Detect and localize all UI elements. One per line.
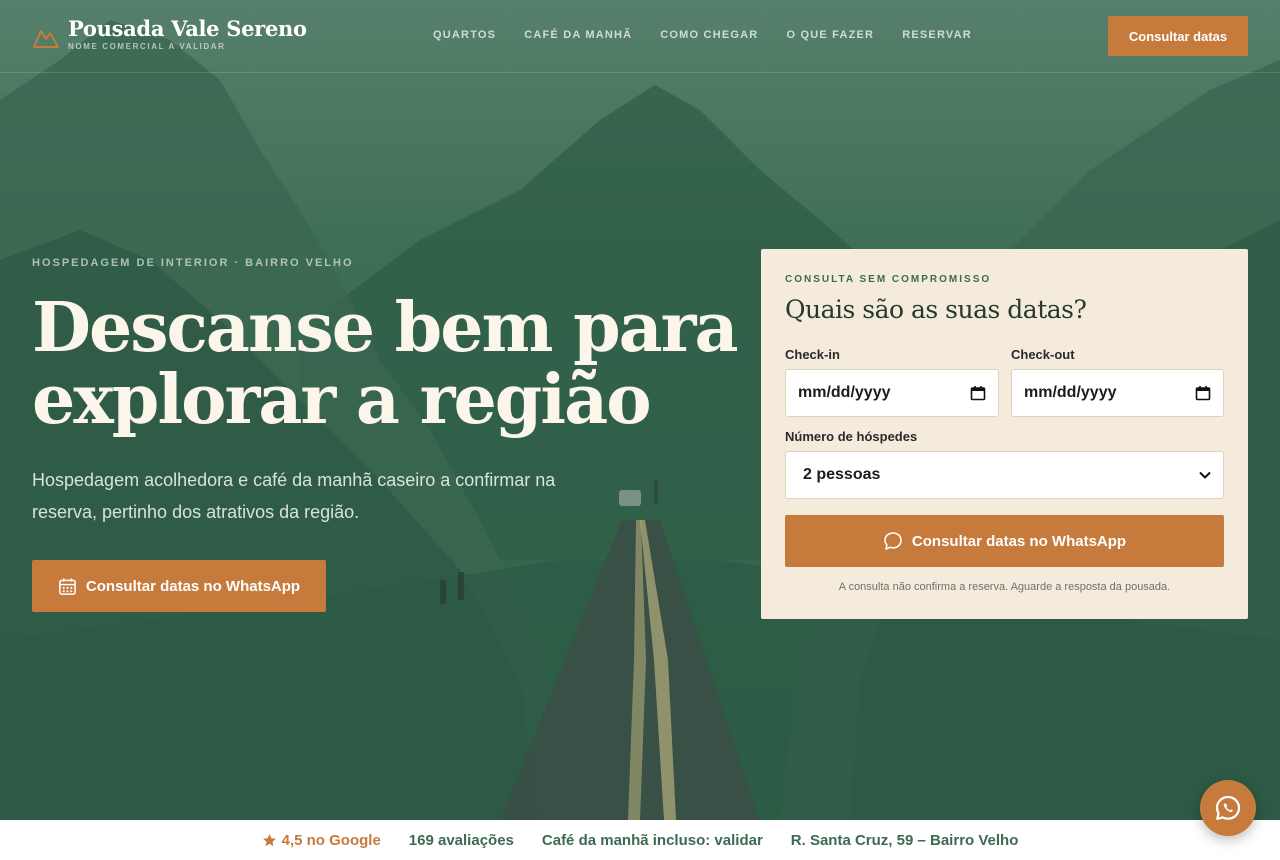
breakfast-info: Café da manhã incluso: validar: [541, 831, 763, 849]
calendar-picker-icon[interactable]: [1195, 385, 1211, 401]
guests-select[interactable]: 2 pessoas: [785, 451, 1224, 499]
checkin-date-input[interactable]: mm/dd/yyyy: [785, 369, 999, 417]
info-bar: 4,5 no Google 169 avaliações Café da man…: [0, 820, 1280, 860]
hero-headline-line-2: explorar a região: [32, 360, 652, 440]
brand-text: Pousada Vale Sereno NOME COMERCIAL A VAL…: [68, 16, 307, 51]
guests-label: Número de hóspedes: [785, 429, 918, 444]
booking-title: Quais são as suas datas?: [785, 295, 1087, 324]
calendar-icon: [59, 577, 76, 595]
nav-item-quartos[interactable]: QUARTOS: [433, 29, 496, 41]
hero-eyebrow: HOSPEDAGEM DE INTERIOR · BAIRRO VELHO: [32, 257, 354, 269]
booking-eyebrow: CONSULTA SEM COMPROMISSO: [785, 274, 992, 285]
nav-item-como-chegar[interactable]: COMO CHEGAR: [660, 29, 758, 41]
address-info: R. Santa Cruz, 59 – Bairro Velho: [790, 831, 1019, 849]
chevron-down-icon: [1199, 471, 1211, 479]
google-rating-text: 4,5 no Google: [281, 831, 381, 849]
checkin-label: Check-in: [785, 347, 840, 362]
whatsapp-icon: [1215, 795, 1241, 820]
brand-name: Pousada Vale Sereno: [68, 16, 307, 41]
hero-whatsapp-button-label: Consultar datas no WhatsApp: [85, 577, 301, 595]
brand-subtitle: NOME COMERCIAL A VALIDAR: [68, 42, 226, 51]
booking-whatsapp-button[interactable]: Consultar datas no WhatsApp: [785, 515, 1224, 567]
checkout-placeholder: mm/dd/yyyy: [1024, 384, 1117, 401]
mountain-logo-icon: [33, 30, 59, 48]
google-rating: 4,5 no Google: [262, 832, 381, 849]
header-consult-button[interactable]: Consultar datas: [1108, 16, 1248, 56]
main-nav: QUARTOS CAFÉ DA MANHÃ COMO CHEGAR O QUE …: [433, 29, 1000, 41]
hero-lead: Hospedagem acolhedora e café da manhã ca…: [32, 470, 556, 522]
booking-note: A consulta não confirma a reserva. Aguar…: [838, 581, 1171, 593]
calendar-picker-icon[interactable]: [970, 385, 986, 401]
whatsapp-floating-button[interactable]: [1200, 780, 1256, 836]
checkout-label: Check-out: [1011, 347, 1075, 362]
nav-item-reservar[interactable]: RESERVAR: [902, 29, 972, 41]
nav-item-o-que-fazer[interactable]: O QUE FAZER: [786, 29, 874, 41]
checkin-placeholder: mm/dd/yyyy: [798, 384, 891, 401]
guests-selected-value: 2 pessoas: [803, 466, 881, 483]
booking-whatsapp-button-label: Consultar datas no WhatsApp: [911, 532, 1127, 550]
star-icon: [262, 833, 276, 846]
reviews-count: 169 avaliações: [408, 831, 514, 849]
nav-item-cafe-da-manha[interactable]: CAFÉ DA MANHÃ: [524, 29, 632, 41]
hero-whatsapp-button[interactable]: Consultar datas no WhatsApp: [32, 560, 326, 612]
site-header: Pousada Vale Sereno NOME COMERCIAL A VAL…: [0, 0, 1280, 73]
brand[interactable]: Pousada Vale Sereno NOME COMERCIAL A VAL…: [32, 16, 307, 51]
hero-headline: Descanse bem para explorar a região: [32, 288, 739, 440]
booking-card: CONSULTA SEM COMPROMISSO Quais são as su…: [761, 249, 1248, 619]
checkout-date-input[interactable]: mm/dd/yyyy: [1011, 369, 1224, 417]
hero-headline-line-1: Descanse bem para: [32, 288, 739, 368]
chat-bubble-icon: [884, 532, 902, 550]
